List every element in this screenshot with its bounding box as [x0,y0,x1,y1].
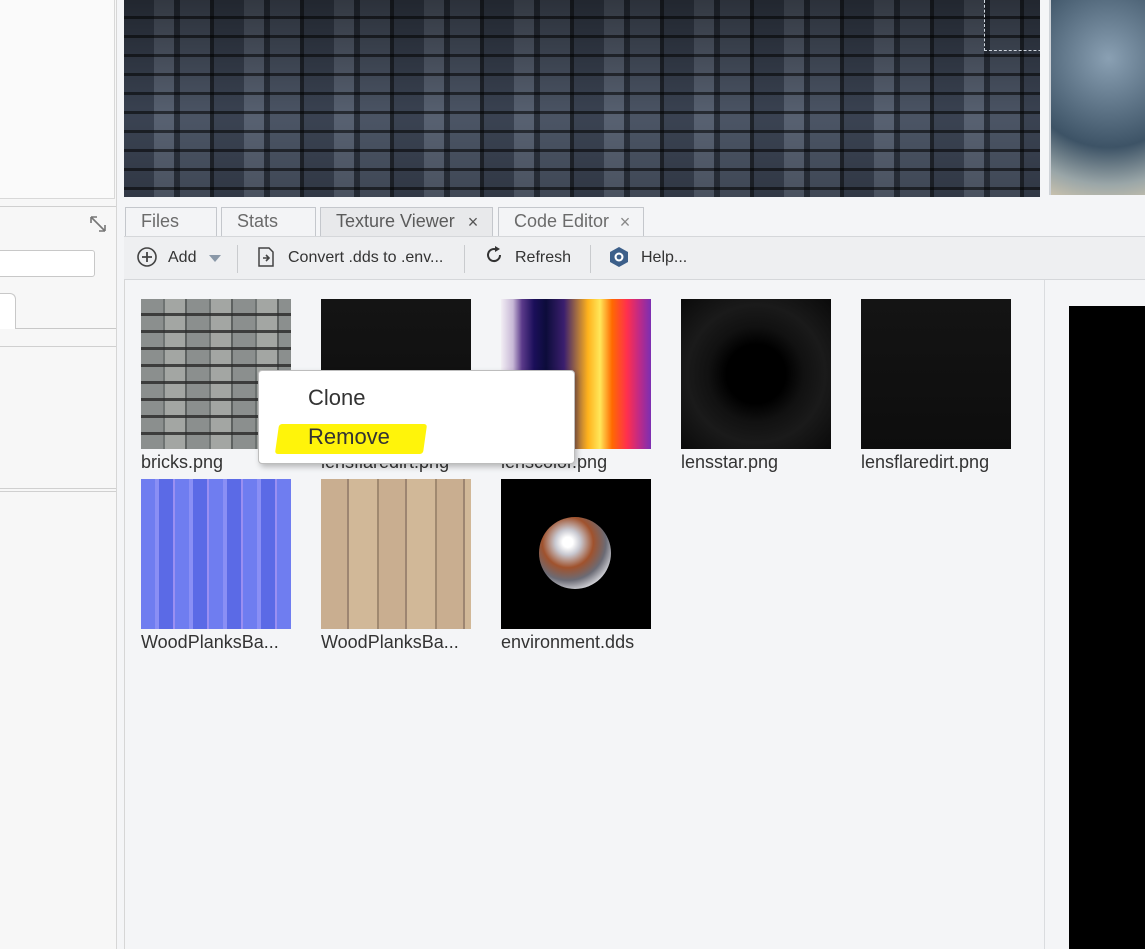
tab-bar: Files Stats Texture Viewer × Code Editor… [124,205,1145,237]
toolbar-separator [237,245,238,273]
chevron-down-icon[interactable] [204,248,226,270]
refresh-icon [487,246,502,263]
expand-icon[interactable] [88,214,108,234]
texture-thumbnail[interactable] [321,479,471,629]
close-icon[interactable]: × [465,213,481,231]
toolbar-separator [464,245,465,273]
secondary-viewport[interactable] [1049,0,1145,195]
tab-files[interactable]: Files [125,207,217,236]
texture-toolbar: Add Convert .dds to .env... Refresh Help… [124,236,1145,280]
tab-code-editor[interactable]: Code Editor × [498,207,644,236]
environment-sphere [539,517,611,589]
left-panel [0,0,117,949]
help-button[interactable]: Help... [641,245,687,271]
texture-name: WoodPlanksBa... [321,632,459,652]
texture-name: lensflaredirt.png [861,452,990,472]
tab-stats[interactable]: Stats [221,207,316,236]
divider [16,328,116,329]
left-panel-search-input[interactable] [0,250,95,277]
convert-file-icon [258,247,274,267]
divider [0,346,116,347]
add-circle-icon [137,247,157,267]
texture-thumbnail[interactable] [501,479,651,629]
divider [0,491,116,492]
tab-label: Files [141,211,180,231]
texture-thumbnail[interactable] [141,479,291,629]
viewport-selection-box [984,0,1040,51]
refresh-button[interactable]: Refresh [515,245,571,271]
scene-viewport[interactable] [124,0,1040,197]
tab-label: Code Editor [514,211,610,231]
left-panel-tab[interactable] [0,293,16,329]
texture-thumbnail[interactable] [861,299,1011,449]
texture-preview-pane [1069,306,1145,949]
convert-dds-button[interactable]: Convert .dds to .env... [288,245,443,271]
texture-name: WoodPlanksBa... [141,632,279,652]
tab-label: Texture Viewer [336,211,455,231]
tab-label: Stats [237,211,279,231]
menu-item-clone[interactable]: Clone [308,383,365,413]
context-menu: Clone Remove [258,370,575,464]
menu-item-remove[interactable]: Remove [308,422,390,452]
babylon-logo-icon [610,247,628,267]
tab-texture-viewer[interactable]: Texture Viewer × [320,207,493,236]
add-button[interactable]: Add [168,245,196,271]
texture-thumbnail[interactable] [681,299,831,449]
toolbar-separator [590,245,591,273]
texture-name: environment.dds [501,632,635,652]
divider [0,488,116,489]
close-icon[interactable]: × [617,213,633,231]
texture-name: lensstar.png [681,452,779,472]
divider [1044,280,1045,949]
left-panel-preview [0,0,115,199]
